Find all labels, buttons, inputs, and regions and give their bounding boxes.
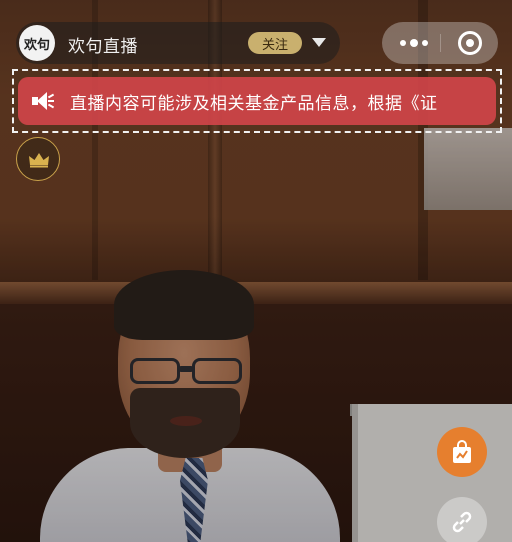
crown-badge[interactable]	[16, 137, 60, 181]
link-icon	[452, 511, 472, 533]
crown-icon	[29, 153, 49, 168]
notice-text: 直播内容可能涉及相关基金产品信息，根据《证	[70, 94, 438, 114]
host-name: 欢句直播	[68, 37, 138, 57]
chevron-down-icon[interactable]	[312, 38, 326, 47]
capsule-divider	[440, 34, 441, 52]
link-button[interactable]	[437, 497, 487, 542]
shop-button[interactable]	[437, 427, 487, 477]
host-info-bar[interactable]: 欢句 欢句直播 关注	[16, 22, 340, 64]
close-mini-icon[interactable]	[458, 31, 482, 55]
miniprogram-capsule	[382, 22, 498, 64]
follow-button[interactable]: 关注	[248, 32, 302, 54]
speaker-icon	[32, 91, 56, 111]
notice-banner[interactable]: 直播内容可能涉及相关基金产品信息，根据《证	[18, 77, 496, 125]
host-avatar[interactable]: 欢句	[19, 25, 55, 61]
bag-icon	[453, 440, 471, 463]
more-icon[interactable]	[400, 39, 430, 47]
